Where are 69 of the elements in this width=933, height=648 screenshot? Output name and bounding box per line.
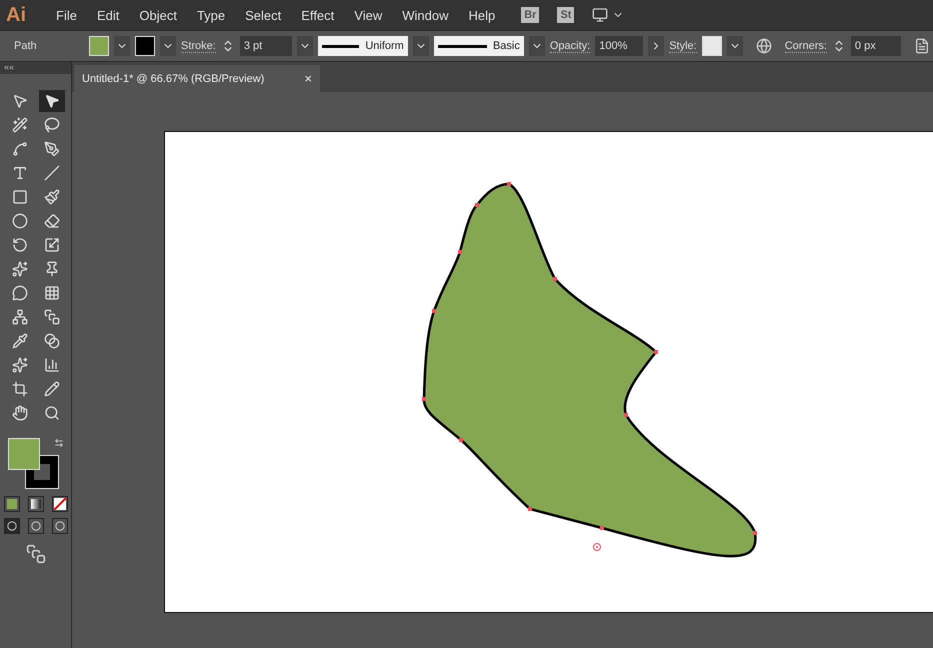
style-label[interactable]: Style: [669,40,697,52]
magic-wand-icon [12,117,28,133]
style-dropdown[interactable] [726,36,743,56]
eyedropper-icon [12,333,28,349]
paintbrush-icon [44,189,60,205]
fill-swatch[interactable] [89,36,109,56]
draw-mode-button[interactable] [52,518,68,534]
stroke-weight-dropdown[interactable] [296,36,313,56]
lasso-icon [44,117,60,133]
center-point-icon [593,543,601,551]
app-launch-button[interactable]: Br [521,7,540,23]
corners-label[interactable]: Corners: [784,40,827,52]
tool-button[interactable] [38,90,64,112]
menu-item[interactable]: View [346,8,390,22]
type-icon [12,165,28,181]
document-title: Untitled-1* @ 66.67% (RGB/Preview) [82,72,264,84]
object-type-label: Path [14,40,38,52]
direct-selection-arrow-icon [44,93,60,109]
brush-caret[interactable] [528,36,545,56]
stroke-weight-field[interactable]: 3 pt [240,36,292,56]
opacity-label[interactable]: Opacity: [550,40,590,52]
brush-dropdown[interactable]: Basic [434,36,524,56]
color-mode-button[interactable] [4,496,20,512]
app-logo: Ai [6,4,26,26]
stroke-dropdown[interactable] [160,36,176,56]
swap-icon[interactable] [54,438,64,448]
bar-chart-icon [44,357,60,373]
menu-item[interactable]: Type [188,8,234,22]
curve-icon [12,141,28,157]
draw-mode-button[interactable] [4,518,20,534]
style-swatch[interactable] [702,36,722,56]
stroke-label[interactable]: Stroke: [181,40,216,52]
profile-caret[interactable] [412,36,429,56]
opacity-field[interactable]: 100% [595,36,644,56]
document-tab[interactable]: Untitled-1* @ 66.67% (RGB/Preview) × [74,65,320,92]
perspective-grid-icon [44,285,60,301]
menu-item[interactable]: Help [460,8,504,22]
artboard-icon [12,381,28,397]
gradient-mode-button[interactable] [28,496,44,512]
menu-item[interactable]: Window [394,8,456,22]
pen-icon [44,141,60,157]
workspace-icon[interactable] [592,7,608,23]
close-button[interactable]: × [304,71,312,86]
scale-icon [44,237,60,253]
search-icon [44,405,60,421]
pin-icon [44,261,60,277]
draw-mode-button[interactable] [28,518,44,534]
line-icon [44,165,60,181]
stroke-swatch[interactable] [135,36,155,56]
rectangle-icon [12,189,28,205]
profile-dropdown[interactable]: Uniform [318,36,408,56]
fill-color-swatch[interactable] [8,438,40,470]
document-icon[interactable] [914,38,930,54]
selection-arrow-icon [12,93,28,109]
menu-item[interactable]: Select [237,8,290,22]
eraser-icon [44,213,60,229]
rotate-icon [12,237,28,253]
fill-dropdown[interactable] [114,36,130,56]
menu-item[interactable]: Effect [293,8,342,22]
menu-item[interactable]: Edit [88,8,128,22]
menu-item[interactable]: File [48,8,85,22]
corners-field[interactable]: 0 px [850,36,901,56]
hand-icon [12,405,28,421]
menu-item[interactable]: Object [131,8,185,22]
pencil-icon [44,381,60,397]
stroke-color-swatch[interactable] [26,456,58,488]
collapse-button[interactable]: «« [0,62,71,74]
none-mode-button[interactable] [52,496,68,512]
app-launch-button[interactable]: St [557,7,574,23]
